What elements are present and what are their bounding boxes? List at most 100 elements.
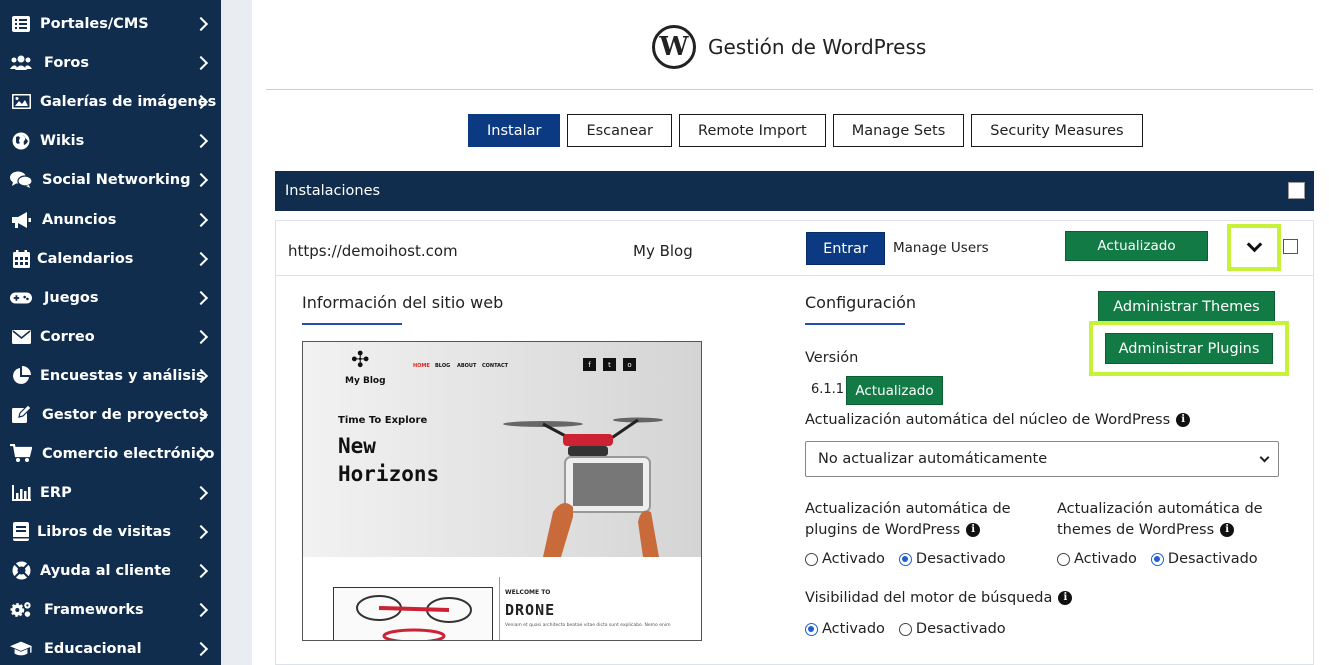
row-checkbox[interactable] bbox=[1283, 239, 1298, 254]
sidebar-item-correo[interactable]: Correo bbox=[0, 317, 221, 356]
site-info-title: Información del sitio web bbox=[302, 293, 504, 312]
sidebar-item-label: Galerías de imágenes bbox=[40, 93, 217, 110]
info-icon[interactable]: i bbox=[1176, 413, 1191, 427]
sidebar-item-ayuda[interactable]: Ayuda al cliente bbox=[0, 551, 221, 590]
chat-icon bbox=[10, 170, 32, 190]
chevron-right-icon bbox=[193, 55, 209, 71]
chevron-down-icon bbox=[1246, 236, 1262, 253]
chevron-right-icon bbox=[193, 290, 209, 306]
auto-themes-deactivated-radio[interactable] bbox=[1150, 552, 1164, 566]
preview-hero: ✣ My Blog HOME BLOG ABOUT CONTACT f t o … bbox=[303, 342, 701, 557]
cogs-icon bbox=[10, 600, 32, 620]
users-icon bbox=[10, 53, 32, 73]
expand-toggle-button[interactable] bbox=[1227, 224, 1281, 271]
twitter-icon: t bbox=[603, 358, 616, 371]
tab-security-measures[interactable]: Security Measures bbox=[971, 114, 1143, 147]
site-preview-image[interactable]: ✣ My Blog HOME BLOG ABOUT CONTACT f t o … bbox=[302, 341, 702, 641]
facebook-icon: f bbox=[583, 358, 596, 371]
lifebuoy-icon bbox=[10, 561, 32, 581]
sidebar-item-wikis[interactable]: Wikis bbox=[0, 121, 221, 160]
sidebar-item-juegos[interactable]: Juegos bbox=[0, 278, 221, 317]
sidebar-item-label: Correo bbox=[40, 328, 95, 345]
sidebar-item-gestor-proyectos[interactable]: Gestor de proyectos bbox=[0, 395, 221, 434]
chevron-right-icon bbox=[193, 563, 209, 579]
auto-themes-label-line2: themes de WordPress bbox=[1057, 522, 1215, 538]
drone-thumbnail-icon bbox=[333, 587, 493, 640]
preview-lower: WELCOME TO DRONE Veniam et quasi archite… bbox=[303, 557, 701, 640]
updated-status-button[interactable]: Actualizado bbox=[1065, 231, 1208, 261]
sidebar-item-label: Comercio electrónico bbox=[42, 445, 215, 462]
sidebar-item-libros-visitas[interactable]: Libros de visitas bbox=[0, 512, 221, 551]
search-visibility-activated-radio[interactable] bbox=[805, 622, 818, 636]
chevron-right-icon bbox=[193, 524, 209, 540]
enter-button[interactable]: Entrar bbox=[806, 232, 885, 265]
sidebar-item-comercio[interactable]: Comercio electrónico bbox=[0, 434, 221, 473]
page-title: Gestión de WordPress bbox=[708, 35, 927, 59]
auto-core-label: Actualización automática del núcleo de W… bbox=[805, 412, 1191, 428]
tab-remote-import[interactable]: Remote Import bbox=[679, 114, 826, 147]
auto-plugins-radios: Activado Desactivado bbox=[805, 551, 1006, 567]
chevron-right-icon bbox=[193, 133, 209, 149]
installations-title: Instalaciones bbox=[285, 183, 381, 199]
sidebar-item-anuncios[interactable]: Anuncios bbox=[0, 200, 221, 239]
auto-themes-radios: Activado Desactivado bbox=[1057, 551, 1258, 567]
sidebar-item-label: Juegos bbox=[44, 289, 99, 306]
sidebar-item-label: Encuestas y análisis bbox=[40, 367, 205, 384]
sidebar-item-label: Educacional bbox=[44, 640, 142, 657]
preview-nav-contact: CONTACT bbox=[482, 363, 509, 369]
auto-themes-label: Actualización automática de themes de Wo… bbox=[1057, 499, 1263, 541]
sidebar-item-label: Portales/CMS bbox=[40, 15, 149, 32]
auto-plugins-label-line2: plugins de WordPress bbox=[805, 522, 961, 538]
main-panel: W Gestión de WordPress Instalar Escanear… bbox=[252, 0, 1329, 665]
sidebar-item-erp[interactable]: ERP bbox=[0, 473, 221, 512]
envelope-icon bbox=[10, 327, 32, 347]
tab-instalar[interactable]: Instalar bbox=[468, 114, 561, 147]
list-icon bbox=[10, 14, 32, 34]
manage-themes-button[interactable]: Administrar Themes bbox=[1098, 291, 1275, 322]
installation-url[interactable]: https://demoihost.com bbox=[288, 242, 458, 260]
graduation-cap-icon bbox=[10, 639, 32, 659]
drone-logo-icon: ✣ bbox=[351, 348, 370, 373]
manage-plugins-button[interactable]: Administrar Plugins bbox=[1105, 333, 1273, 364]
sidebar-item-portales-cms[interactable]: Portales/CMS bbox=[0, 4, 221, 43]
preview-headline-line2: Horizons bbox=[338, 462, 440, 486]
sidebar-item-galerias[interactable]: Galerías de imágenes bbox=[0, 82, 221, 121]
tab-escanear[interactable]: Escanear bbox=[567, 114, 673, 147]
auto-core-select[interactable]: No actualizar automáticamente bbox=[805, 441, 1279, 477]
preview-tagline: Time To Explore bbox=[338, 415, 428, 426]
info-icon[interactable]: i bbox=[966, 523, 981, 537]
tab-manage-sets[interactable]: Manage Sets bbox=[832, 114, 965, 147]
preview-nav-about: ABOUT bbox=[457, 363, 477, 369]
gamepad-icon bbox=[10, 288, 32, 308]
sidebar-item-label: Calendarios bbox=[37, 250, 134, 267]
page-header: W Gestión de WordPress bbox=[652, 25, 926, 69]
search-visibility-radios: Activado Desactivado bbox=[805, 621, 1006, 637]
megaphone-icon bbox=[10, 210, 32, 230]
chevron-right-icon bbox=[193, 251, 209, 267]
sidebar-item-label: ERP bbox=[40, 484, 72, 501]
info-icon[interactable]: i bbox=[1058, 591, 1073, 605]
sidebar-item-educacional[interactable]: Educacional bbox=[0, 629, 221, 665]
auto-themes-label-line1: Actualización automática de bbox=[1057, 501, 1263, 517]
radio-label: Desactivado bbox=[1167, 551, 1258, 567]
instagram-icon: o bbox=[623, 358, 636, 371]
select-all-checkbox[interactable] bbox=[1288, 182, 1305, 199]
sidebar-item-encuestas[interactable]: Encuestas y análisis bbox=[0, 356, 221, 395]
chevron-right-icon bbox=[193, 172, 209, 188]
sidebar-item-calendarios[interactable]: Calendarios bbox=[0, 239, 221, 278]
auto-core-label-text: Actualización automática del núcleo de W… bbox=[805, 412, 1171, 428]
auto-themes-activated-radio[interactable] bbox=[1057, 552, 1070, 566]
sidebar-item-foros[interactable]: Foros bbox=[0, 43, 221, 82]
manage-users-link[interactable]: Manage Users bbox=[893, 240, 989, 256]
version-status-button[interactable]: Actualizado bbox=[846, 376, 943, 405]
sidebar-item-frameworks[interactable]: Frameworks bbox=[0, 590, 221, 629]
sidebar-item-social-networking[interactable]: Social Networking bbox=[0, 160, 221, 199]
search-visibility-deactivated-radio[interactable] bbox=[898, 622, 912, 636]
installation-blog-name: My Blog bbox=[633, 242, 693, 260]
info-icon[interactable]: i bbox=[1220, 523, 1235, 537]
auto-plugins-activated-radio[interactable] bbox=[805, 552, 818, 566]
chevron-right-icon bbox=[193, 602, 209, 618]
chevron-right-icon bbox=[193, 485, 209, 501]
auto-plugins-deactivated-radio[interactable] bbox=[898, 552, 912, 566]
preview-welcome: WELCOME TO bbox=[505, 589, 551, 596]
